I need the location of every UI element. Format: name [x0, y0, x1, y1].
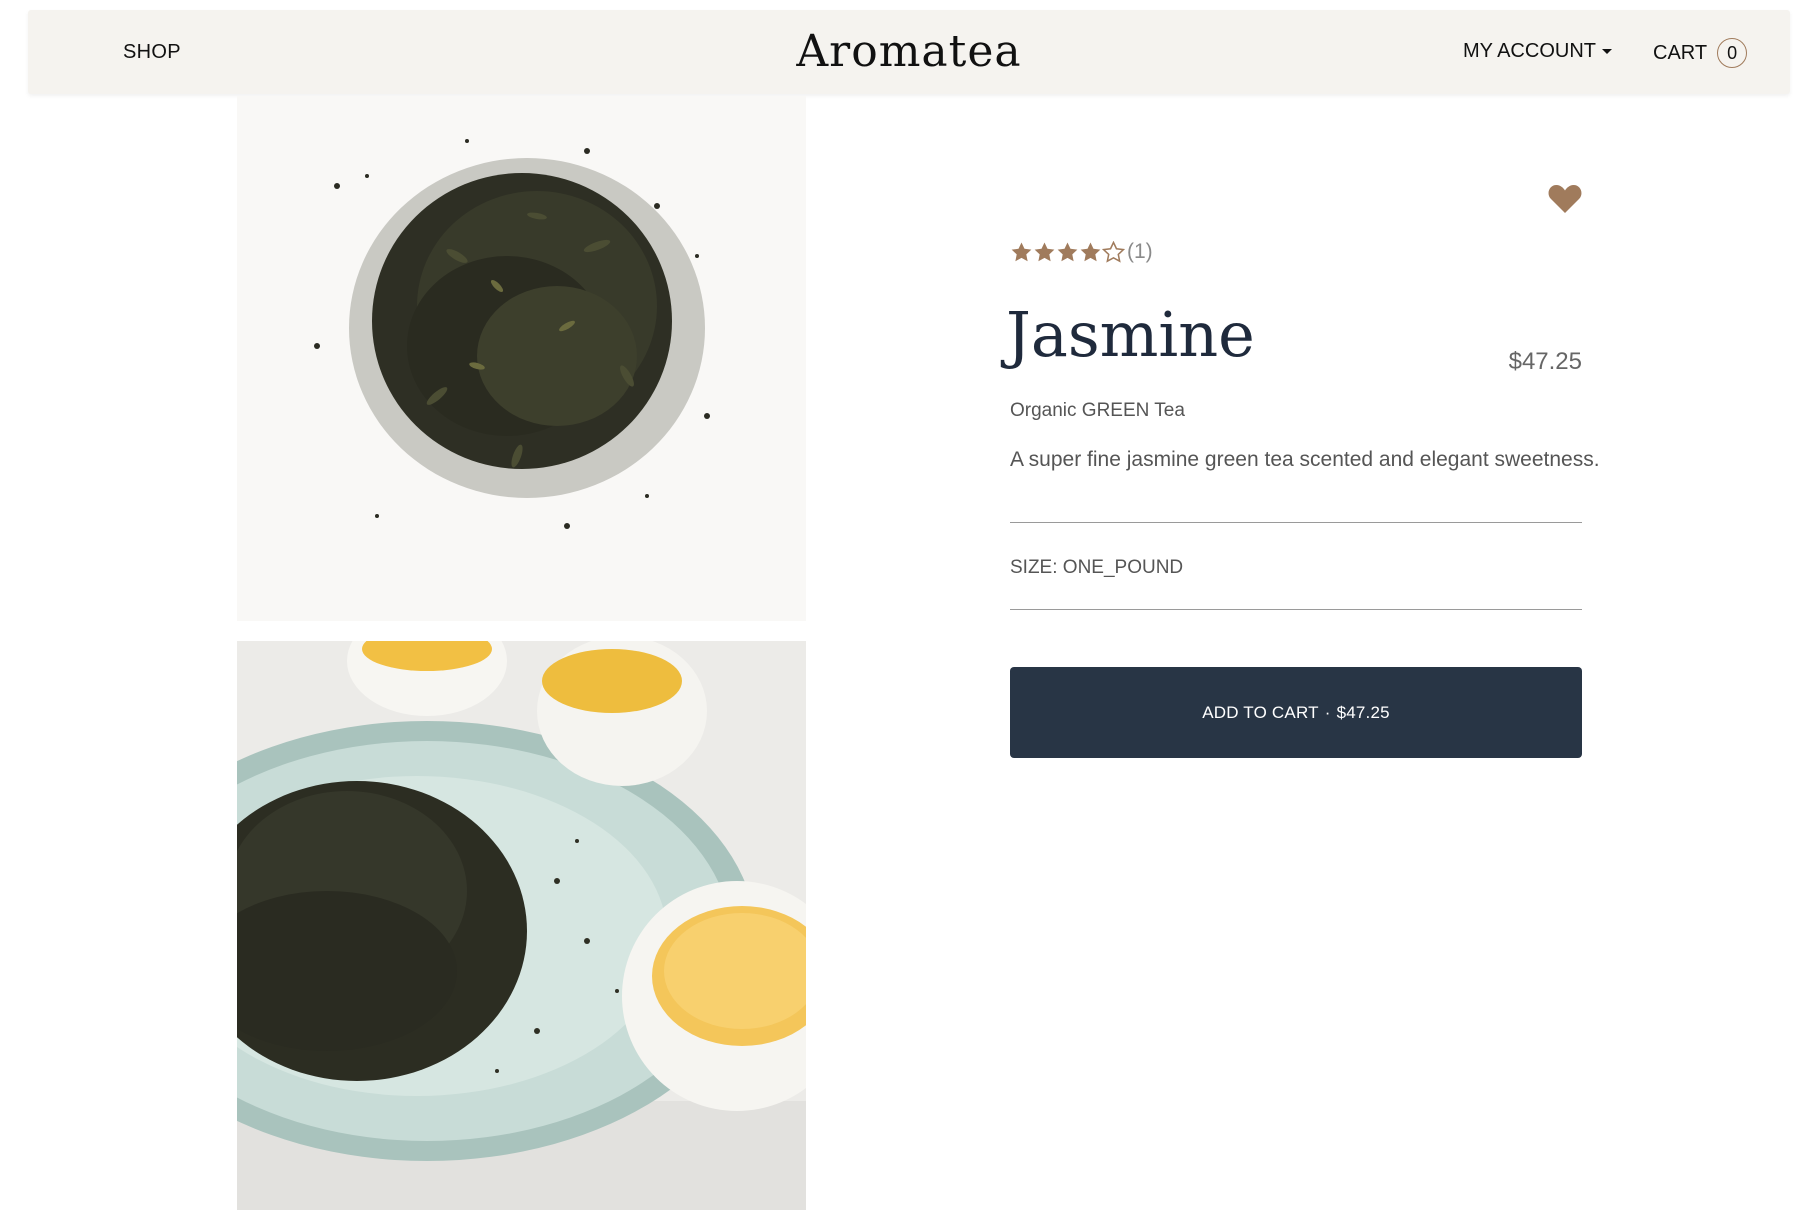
star-filled-icon [1080, 241, 1101, 261]
add-to-cart-price: $47.25 [1336, 702, 1390, 722]
tea-leaves-plate-with-cups-image [237, 641, 806, 1210]
divider [1010, 609, 1582, 610]
loose-tea-leaves-image [237, 96, 806, 621]
star-filled-icon [1034, 241, 1055, 261]
size-selector[interactable]: SIZE: ONE_POUND [1010, 557, 1183, 579]
star-filled-icon [1057, 241, 1078, 261]
my-account-label: MY ACCOUNT [1463, 40, 1596, 62]
add-to-cart-button[interactable]: ADD TO CART · $47.25 [1010, 667, 1582, 758]
product-image-tea-setting[interactable] [237, 641, 806, 1210]
cart-link[interactable]: CART 0 [1653, 38, 1748, 68]
add-to-cart-separator: · [1324, 702, 1331, 722]
divider [1010, 522, 1582, 523]
star-empty-icon [1102, 240, 1125, 263]
star-rating[interactable]: (1) [1010, 240, 1153, 264]
product-title: Jasmine [1006, 298, 1255, 371]
star-filled-icon [1011, 241, 1032, 261]
top-navigation-bar: SHOP Aromatea MY ACCOUNT CART 0 [28, 10, 1790, 94]
product-price: $47.25 [1508, 348, 1582, 375]
chevron-down-icon [1601, 49, 1612, 54]
cart-count-badge: 0 [1717, 38, 1748, 68]
shop-link[interactable]: SHOP [123, 41, 181, 64]
product-description: A super fine jasmine green tea scented a… [1010, 448, 1600, 471]
heart-icon[interactable] [1548, 184, 1582, 214]
my-account-menu[interactable]: MY ACCOUNT [1463, 40, 1612, 63]
cart-label: CART [1653, 41, 1708, 64]
product-category: Organic GREEN Tea [1010, 400, 1185, 421]
add-to-cart-label: ADD TO CART [1202, 702, 1319, 722]
review-count: (1) [1127, 240, 1153, 263]
product-image-loose-leaves[interactable] [237, 96, 806, 621]
